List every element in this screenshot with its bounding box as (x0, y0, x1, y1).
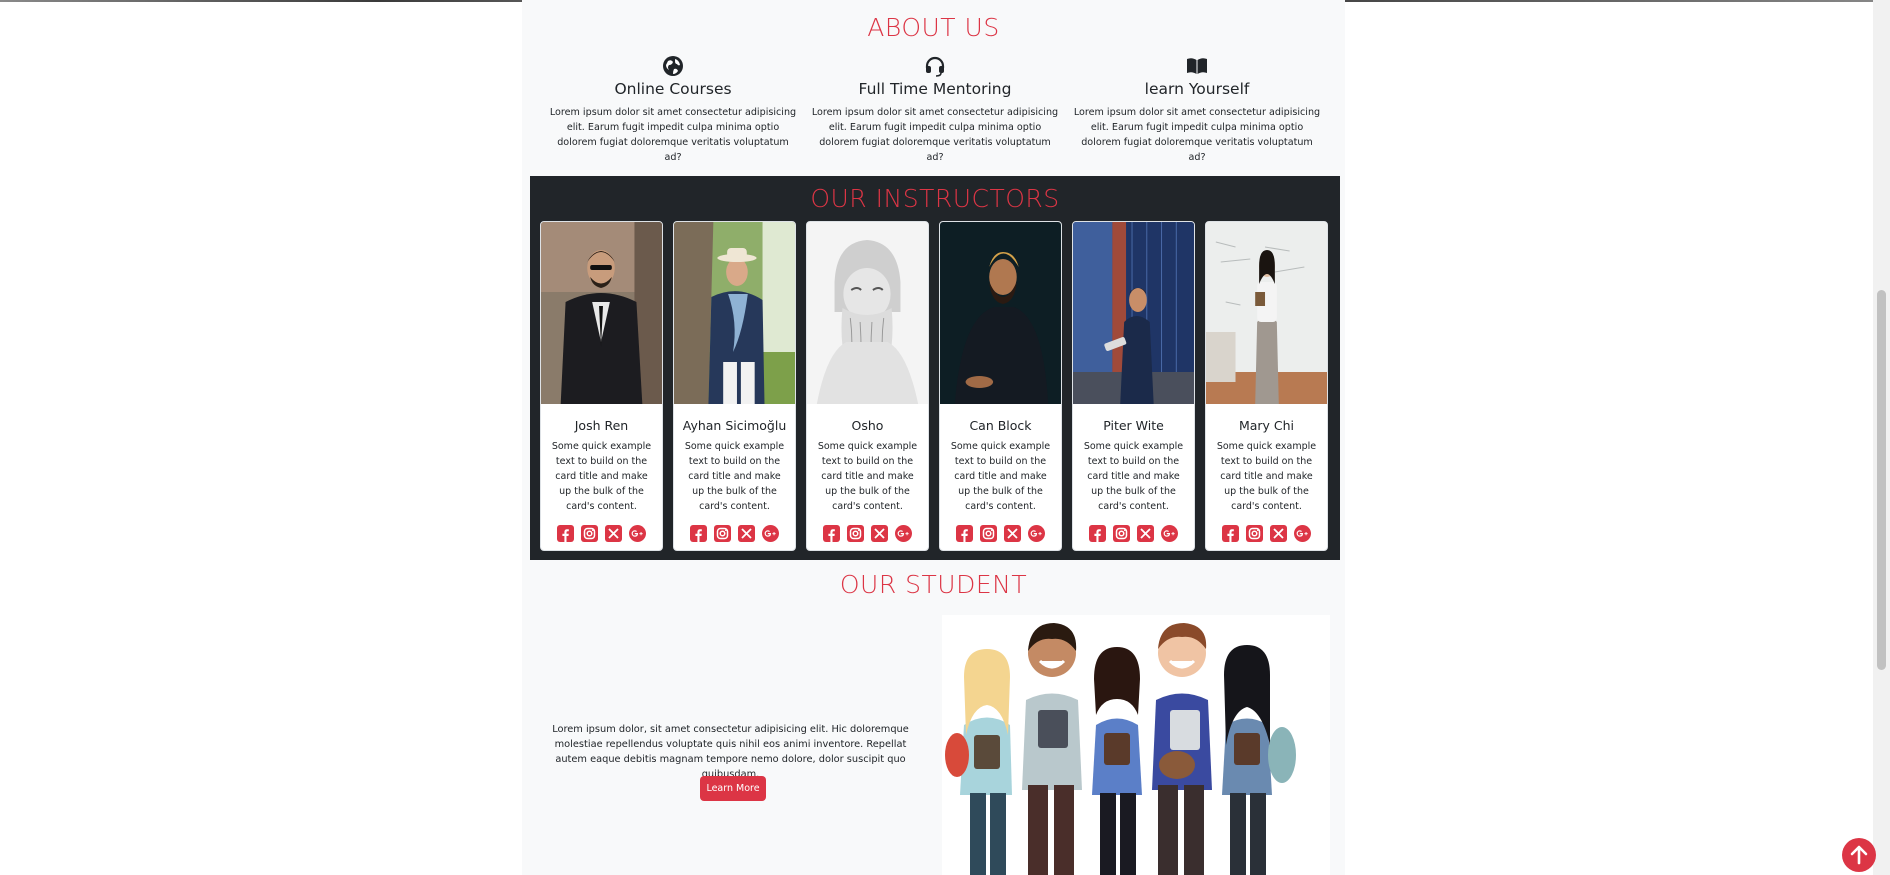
feature-title: Full Time Mentoring (858, 80, 1012, 98)
x-icon[interactable] (1270, 525, 1287, 542)
book-icon (1187, 58, 1207, 74)
feature-learn-yourself: learn Yourself Lorem ipsum dolor sit ame… (1072, 55, 1322, 165)
facebook-icon[interactable] (956, 525, 973, 542)
instructor-text: Some quick example text to build on the … (950, 441, 1051, 512)
instructor-name: Can Block (969, 418, 1032, 433)
x-icon[interactable] (605, 525, 622, 542)
instagram-icon[interactable] (1246, 525, 1263, 542)
feature-text: Lorem ipsum dolor sit amet consectetur a… (811, 107, 1059, 163)
instructor-photo (674, 222, 795, 404)
feature-online-courses: Online Courses Lorem ipsum dolor sit ame… (548, 55, 798, 165)
instructor-card: Josh Ren Some quick example text to buil… (540, 221, 663, 551)
instructors-title: OUR INSTRUCTORS (810, 184, 1060, 213)
student-text: Lorem ipsum dolor, sit amet consectetur … (552, 724, 909, 780)
instructor-name: Mary Chi (1238, 418, 1295, 433)
student-title: OUR STUDENT (839, 570, 1028, 599)
google-plus-icon[interactable] (895, 525, 912, 542)
instructor-name: Josh Ren (574, 418, 629, 433)
learn-more-button[interactable]: Learn More (700, 776, 766, 801)
instructors-section: OUR INSTRUCTORS Josh Ren Some quick exam… (530, 176, 1340, 560)
google-plus-icon[interactable] (629, 525, 646, 542)
facebook-icon[interactable] (557, 525, 574, 542)
scrollbar[interactable] (1873, 0, 1890, 875)
instructor-photo (940, 222, 1061, 404)
google-plus-icon[interactable] (1161, 525, 1178, 542)
facebook-icon[interactable] (1222, 525, 1239, 542)
x-icon[interactable] (1137, 525, 1154, 542)
feature-text: Lorem ipsum dolor sit amet consectetur a… (549, 107, 797, 163)
social-links (1206, 525, 1327, 542)
feature-text: Lorem ipsum dolor sit amet consectetur a… (1073, 107, 1321, 163)
instructor-text: Some quick example text to build on the … (1083, 441, 1184, 512)
google-plus-icon[interactable] (762, 525, 779, 542)
instructor-text: Some quick example text to build on the … (1216, 441, 1317, 512)
google-plus-icon[interactable] (1294, 525, 1311, 542)
facebook-icon[interactable] (690, 525, 707, 542)
instructor-photo (1073, 222, 1194, 404)
instructor-photo (1206, 222, 1327, 404)
page-content: ABOUT US Online Courses Lorem ipsum dolo… (522, 0, 1345, 875)
instructor-card: Can Block Some quick example text to bui… (939, 221, 1062, 551)
instagram-icon[interactable] (714, 525, 731, 542)
instructor-photo (541, 222, 662, 404)
instructor-name: Ayhan Sicimoğlu (682, 418, 787, 433)
x-icon[interactable] (871, 525, 888, 542)
feature-title: Online Courses (614, 80, 732, 98)
instructor-photo (807, 222, 928, 404)
instructor-card: Mary Chi Some quick example text to buil… (1205, 221, 1328, 551)
google-plus-icon[interactable] (1028, 525, 1045, 542)
social-links (807, 525, 928, 542)
instagram-icon[interactable] (980, 525, 997, 542)
social-links (1073, 525, 1194, 542)
arrow-up-icon (1850, 845, 1868, 865)
social-links (674, 525, 795, 542)
globe-icon (663, 56, 683, 76)
back-to-top-button[interactable] (1842, 838, 1876, 872)
facebook-icon[interactable] (1089, 525, 1106, 542)
about-title: ABOUT US (867, 13, 1000, 42)
feature-full-time-mentoring: Full Time Mentoring Lorem ipsum dolor si… (810, 55, 1060, 165)
x-icon[interactable] (1004, 525, 1021, 542)
instagram-icon[interactable] (1113, 525, 1130, 542)
facebook-icon[interactable] (823, 525, 840, 542)
instructor-text: Some quick example text to build on the … (684, 441, 785, 512)
instructor-text: Some quick example text to build on the … (817, 441, 918, 512)
headset-icon (925, 56, 945, 77)
feature-title: learn Yourself (1144, 80, 1250, 98)
instructor-card: Piter Wite Some quick example text to bu… (1072, 221, 1195, 551)
instructor-name: Osho (851, 418, 884, 433)
instagram-icon[interactable] (847, 525, 864, 542)
scrollbar-thumb[interactable] (1877, 290, 1886, 670)
students-illustration (942, 615, 1330, 875)
social-links (541, 525, 662, 542)
social-links (940, 525, 1061, 542)
instructor-card: Ayhan Sicimoğlu Some quick example text … (673, 221, 796, 551)
x-icon[interactable] (738, 525, 755, 542)
instructor-text: Some quick example text to build on the … (551, 441, 652, 512)
instagram-icon[interactable] (581, 525, 598, 542)
instructor-card: Osho Some quick example text to build on… (806, 221, 929, 551)
instructor-name: Piter Wite (1103, 418, 1164, 433)
